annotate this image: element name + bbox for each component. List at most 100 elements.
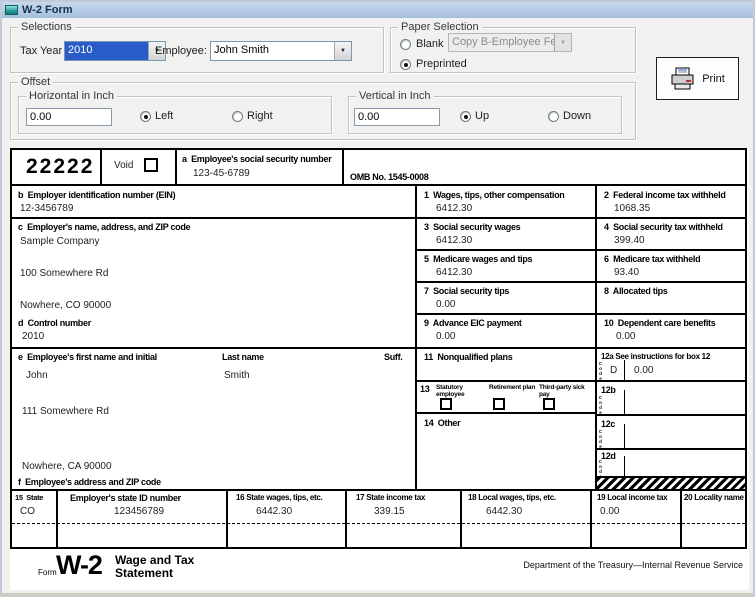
statutory-checkbox <box>440 398 452 410</box>
box13-statutory-label: Statutory employee <box>436 384 486 398</box>
right-radio-label: Right <box>247 110 273 122</box>
box3-value: 6412.30 <box>436 235 472 246</box>
box13-thirdparty-label: Third-party sick pay <box>539 384 589 398</box>
divider-line <box>12 184 745 186</box>
hatched-area <box>597 478 745 489</box>
horizontal-offset-label: Horizontal in Inch <box>26 90 117 102</box>
divider-line <box>595 184 597 489</box>
print-button-label: Print <box>702 73 725 85</box>
thirdparty-checkbox <box>543 398 555 410</box>
paper-selection-group-label: Paper Selection <box>398 21 482 33</box>
selections-group-label: Selections <box>18 21 75 33</box>
divider-line <box>680 489 682 547</box>
left-radio-label: Left <box>155 110 173 122</box>
printer-icon <box>670 67 696 91</box>
employee-dropdown[interactable]: John Smith ▼ <box>210 41 352 61</box>
last-name-value: Smith <box>224 370 250 381</box>
box5-label: 5 Medicare wages and tips <box>424 254 532 264</box>
up-radio[interactable] <box>460 111 471 122</box>
divider-line <box>595 414 745 416</box>
divider-line <box>342 150 344 184</box>
omb-number: OMB No. 1545-0008 <box>350 172 428 182</box>
tax-year-dropdown[interactable]: 2010 ▼ <box>64 41 166 61</box>
box10-value: 0.00 <box>616 331 635 342</box>
footer-w2: W-2 <box>56 550 102 581</box>
title-bar[interactable]: W-2 Form <box>2 2 753 18</box>
blank-radio[interactable] <box>400 39 411 50</box>
divider-line <box>415 313 745 315</box>
box1-label: 1 Wages, tips, other compensation <box>424 190 565 200</box>
box12a-code-vertical-label: Code <box>598 361 603 381</box>
box10-label: 10 Dependent care benefits <box>604 318 715 328</box>
box2-label: 2 Federal income tax withheld <box>604 190 726 200</box>
footer-form-word: Form <box>38 568 57 577</box>
blank-radio-label: Blank <box>416 38 444 50</box>
divider-line <box>624 390 625 414</box>
divider-line <box>460 489 462 547</box>
footer-department: Department of the Treasury—Internal Reve… <box>453 560 743 570</box>
up-radio-label: Up <box>475 110 489 122</box>
horizontal-offset-input[interactable] <box>26 108 112 126</box>
box13-retirement-label: Retirement plan <box>489 384 539 391</box>
divider-line <box>415 249 745 251</box>
box17-value: 339.15 <box>374 506 405 517</box>
box-b-label: b Employer identification number (EIN) <box>18 190 175 200</box>
box12a-code: D <box>610 365 617 376</box>
print-button[interactable]: Print <box>656 57 739 100</box>
ssn-value: 123-45-6789 <box>193 168 250 179</box>
void-label: Void <box>114 160 133 171</box>
state-id-value: 123456789 <box>114 506 164 517</box>
vertical-offset-label: Vertical in Inch <box>356 90 434 102</box>
box16-label: 16 State wages, tips, etc. <box>236 493 322 502</box>
right-radio[interactable] <box>232 111 243 122</box>
box7-value: 0.00 <box>436 299 455 310</box>
down-radio-label: Down <box>563 110 591 122</box>
copy-type-value: Copy B-Employee Federal <box>449 34 554 51</box>
divider-line <box>415 380 745 382</box>
app-icon <box>5 5 18 15</box>
divider-line <box>415 412 597 414</box>
box1-value: 6412.30 <box>436 203 472 214</box>
box19-value: 0.00 <box>600 506 619 517</box>
box-d-label: d Control number <box>18 318 91 328</box>
divider-line <box>595 448 745 450</box>
divider-line <box>345 489 347 547</box>
box8-label: 8 Allocated tips <box>604 286 668 296</box>
box17-label: 17 State income tax <box>356 493 425 502</box>
box15-label: 15 State <box>15 493 43 502</box>
first-name-value: John <box>26 370 48 381</box>
down-radio[interactable] <box>548 111 559 122</box>
preprinted-radio-label: Preprinted <box>416 58 467 70</box>
copy-type-dropdown: Copy B-Employee Federal ▼ <box>448 33 572 52</box>
state-value: CO <box>20 506 35 517</box>
box11-label: 11 Nonqualified plans <box>424 352 512 362</box>
divider-line <box>12 347 745 349</box>
box12d-label: 12d <box>601 451 616 461</box>
box20-label: 20 Locality name <box>684 493 744 502</box>
box-a-label: a Employee's social security number <box>182 154 331 164</box>
chevron-down-icon: ▼ <box>554 34 571 51</box>
divider-line <box>624 456 625 476</box>
box12a-value: 0.00 <box>634 365 653 376</box>
box9-label: 9 Advance EIC payment <box>424 318 522 328</box>
box-e-label: e Employee's first name and initial <box>18 352 157 362</box>
box4-label: 4 Social security tax withheld <box>604 222 723 232</box>
box12c-code-vertical-label: Code <box>598 429 603 449</box>
preprinted-radio[interactable] <box>400 59 411 70</box>
tax-year-value: 2010 <box>65 42 148 60</box>
employee-label: Employee: <box>155 45 207 57</box>
employer-city: Nowhere, CO 90000 <box>20 300 111 311</box>
box4-value: 399.40 <box>614 235 645 246</box>
void-checkbox <box>144 158 158 172</box>
divider-line <box>12 217 745 219</box>
w2-form-grid: 22222 Void a Employee's social security … <box>10 148 747 549</box>
box9-value: 0.00 <box>436 331 455 342</box>
left-radio[interactable] <box>140 111 151 122</box>
vertical-offset-input[interactable] <box>354 108 440 126</box>
box2-value: 1068.35 <box>614 203 650 214</box>
employee-value: John Smith <box>211 42 334 60</box>
chevron-down-icon[interactable]: ▼ <box>334 42 351 60</box>
employee-street: 111 Somewhere Rd <box>22 406 109 417</box>
employer-street: 100 Somewhere Rd <box>20 268 108 279</box>
divider-line <box>175 150 177 184</box>
